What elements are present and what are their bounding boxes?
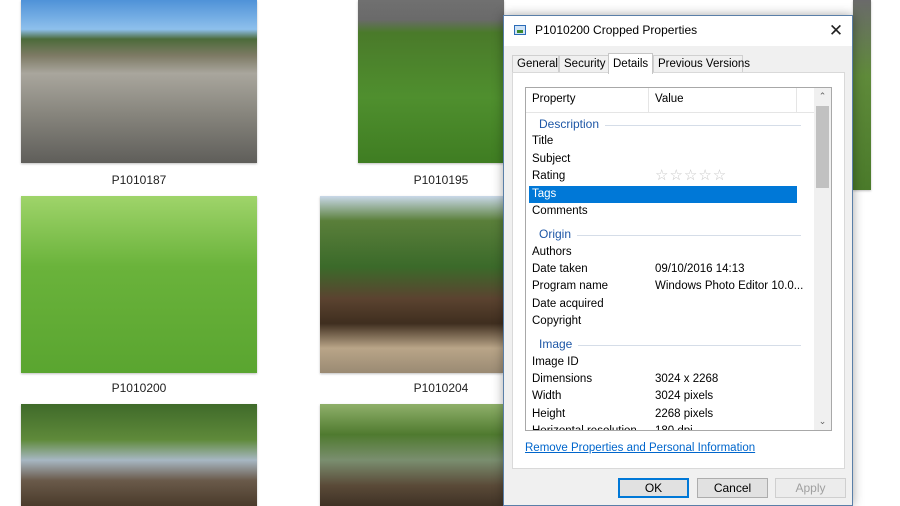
thumbnail-p1010187[interactable]	[21, 0, 257, 163]
property-name: Height	[532, 408, 566, 420]
group-heading: Origin	[539, 227, 578, 241]
property-name: Title	[532, 135, 554, 147]
group-divider-line	[540, 345, 801, 346]
property-value[interactable]: 3024 pixels	[655, 388, 713, 405]
vertical-scrollbar[interactable]: ⌃ ⌄	[814, 88, 831, 430]
rating-stars-icon[interactable]: ☆☆☆☆☆	[655, 167, 727, 184]
property-name: Width	[532, 390, 562, 402]
thumbnail-river-a[interactable]	[21, 404, 257, 506]
image-file-icon	[514, 25, 526, 35]
property-row-height[interactable]: Height 2268 pixels	[529, 406, 797, 423]
property-row-authors[interactable]: Authors	[529, 244, 797, 261]
property-value[interactable]: 2268 pixels	[655, 406, 713, 423]
property-value[interactable]: 3024 x 2268	[655, 371, 718, 388]
scroll-up-icon[interactable]: ⌃	[814, 88, 831, 105]
scroll-down-icon[interactable]: ⌄	[814, 413, 831, 430]
column-header-value[interactable]: Value	[655, 93, 684, 105]
thumbnail-p1010204[interactable]	[320, 196, 503, 373]
property-value[interactable]: Windows Photo Editor 10.0...	[655, 278, 803, 295]
scroll-thumb[interactable]	[816, 106, 829, 188]
column-header-property[interactable]: Property	[532, 93, 575, 105]
details-panel: Property Value Description Title Subject…	[512, 72, 845, 469]
property-name: Horizontal resolution	[532, 425, 637, 431]
dialog-titlebar[interactable]: P1010200 Cropped Properties ✕	[504, 16, 852, 46]
tab-security[interactable]: Security	[559, 55, 609, 72]
list-header: Property Value	[526, 88, 815, 113]
property-row-date-acquired[interactable]: Date acquired	[529, 296, 797, 313]
thumbnail-partial[interactable]	[853, 0, 871, 190]
group-origin: Origin	[526, 226, 815, 243]
remove-properties-link[interactable]: Remove Properties and Personal Informati…	[525, 442, 755, 454]
thumbnail-label: P1010187	[111, 173, 167, 187]
thumbnail-river-b[interactable]	[320, 404, 503, 506]
property-name: Dimensions	[532, 373, 593, 385]
property-row-title[interactable]: Title	[529, 133, 797, 150]
tab-previous-versions[interactable]: Previous Versions	[653, 55, 750, 72]
dialog-title: P1010200 Cropped Properties	[535, 23, 698, 37]
column-divider[interactable]	[648, 88, 649, 112]
group-heading: Image	[539, 337, 579, 351]
property-name: Comments	[532, 205, 588, 217]
tab-details[interactable]: Details	[608, 53, 653, 74]
property-row-dimensions[interactable]: Dimensions 3024 x 2268	[529, 371, 797, 388]
cancel-button[interactable]: Cancel	[697, 478, 768, 498]
property-name: Image ID	[532, 356, 579, 368]
property-row-horizontal-resolution[interactable]: Horizontal resolution 180 dpi	[529, 423, 797, 431]
property-name: Tags	[532, 188, 557, 200]
group-description: Description	[526, 116, 815, 133]
property-name: Date acquired	[532, 298, 604, 310]
tab-general[interactable]: General	[512, 55, 559, 72]
property-row-width[interactable]: Width 3024 pixels	[529, 388, 797, 405]
property-name: Date taken	[532, 263, 588, 275]
property-row-rating[interactable]: Rating ☆☆☆☆☆	[529, 167, 797, 185]
property-name: Program name	[532, 280, 609, 292]
property-row-date-taken[interactable]: Date taken 09/10/2016 14:13	[529, 261, 797, 278]
group-divider-line	[540, 235, 801, 236]
property-list[interactable]: Property Value Description Title Subject…	[525, 87, 832, 431]
property-value[interactable]: 180 dpi	[655, 423, 693, 430]
property-row-copyright[interactable]: Copyright	[529, 313, 797, 330]
thumbnail-p1010195[interactable]	[358, 0, 504, 163]
property-row-image-id[interactable]: Image ID	[529, 354, 797, 371]
group-heading: Description	[539, 117, 606, 131]
property-name: Rating	[532, 170, 566, 182]
column-divider[interactable]	[796, 88, 797, 112]
apply-button[interactable]: Apply	[775, 478, 846, 498]
property-name: Subject	[532, 153, 571, 165]
property-row-comments[interactable]: Comments	[529, 203, 797, 220]
properties-dialog: P1010200 Cropped Properties ✕ General Se…	[503, 15, 853, 506]
property-name: Authors	[532, 246, 572, 258]
property-value[interactable]: 09/10/2016 14:13	[655, 261, 745, 278]
close-button[interactable]: ✕	[820, 16, 852, 46]
property-row-tags[interactable]: Tags	[529, 186, 797, 203]
thumbnail-label: P1010200	[111, 381, 167, 395]
ok-button[interactable]: OK	[618, 478, 689, 498]
thumbnail-p1010200[interactable]	[21, 196, 257, 373]
group-image: Image	[526, 336, 815, 353]
property-name: Copyright	[532, 315, 582, 327]
property-row-program-name[interactable]: Program name Windows Photo Editor 10.0..…	[529, 278, 803, 295]
property-row-subject[interactable]: Subject	[529, 151, 797, 168]
